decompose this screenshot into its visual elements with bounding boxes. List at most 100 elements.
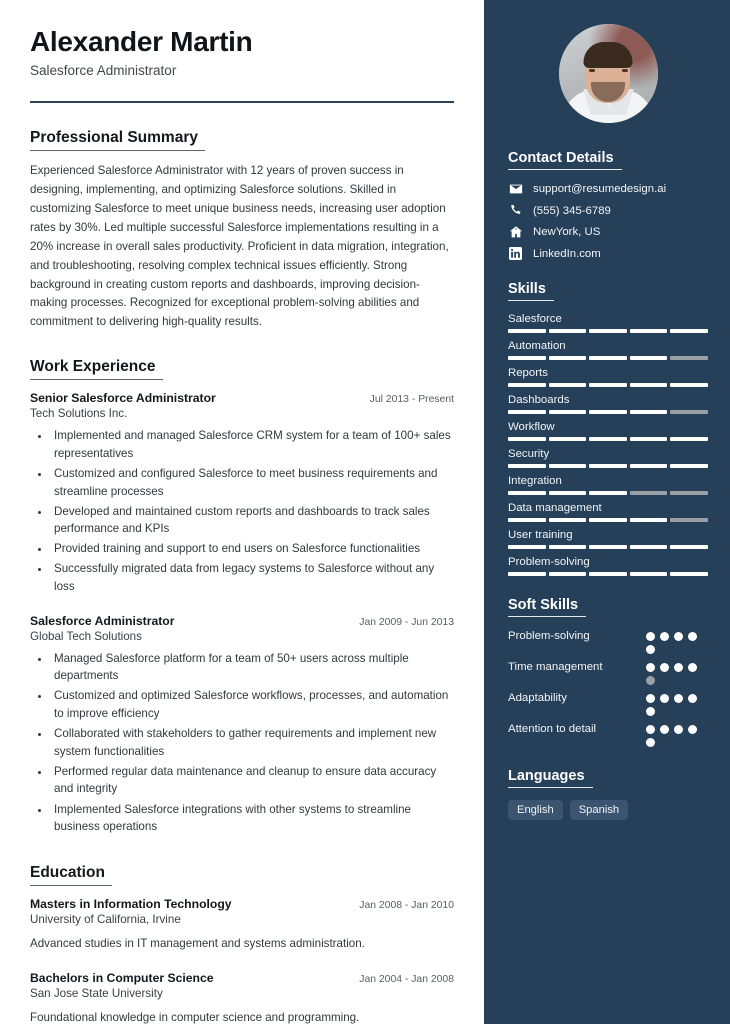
education-degree: Bachelors in Computer Science bbox=[30, 970, 214, 985]
section-heading-education: Education bbox=[30, 864, 112, 887]
experience-bullet: Performed regular data maintenance and c… bbox=[51, 763, 454, 798]
skill-meter bbox=[508, 464, 708, 468]
contact-row[interactable]: NewYork, US bbox=[508, 225, 708, 239]
skill-meter-segment bbox=[629, 329, 668, 333]
skill-meter bbox=[508, 572, 708, 576]
skill-row: Data management bbox=[508, 502, 708, 522]
soft-skill-dot bbox=[660, 632, 669, 641]
skill-meter-segment bbox=[548, 491, 587, 495]
language-chip[interactable]: English bbox=[508, 800, 563, 820]
skill-meter-segment bbox=[629, 572, 668, 576]
avatar bbox=[558, 24, 658, 123]
education-entry: Bachelors in Computer Science Jan 2004 - … bbox=[30, 971, 454, 1026]
soft-skill-label: Adaptability bbox=[508, 692, 567, 704]
avatar-container bbox=[508, 24, 708, 123]
experience-bullet: Implemented Salesforce integrations with… bbox=[51, 801, 454, 836]
skill-meter-segment bbox=[508, 437, 546, 441]
skill-meter-segment bbox=[589, 356, 627, 360]
skill-meter bbox=[508, 383, 708, 387]
skill-meter-segment bbox=[548, 572, 587, 576]
skills-list: Salesforce Automation Reports Dashboards Wor… bbox=[508, 313, 708, 576]
skill-meter-segment bbox=[548, 356, 587, 360]
soft-skill-dot bbox=[646, 738, 655, 747]
soft-skill-dot bbox=[674, 632, 683, 641]
skill-row: Dashboards bbox=[508, 394, 708, 414]
experience-role: Senior Salesforce Administrator bbox=[30, 391, 216, 406]
skill-meter-segment bbox=[670, 383, 708, 387]
soft-skill-meter bbox=[646, 691, 708, 716]
soft-skill-dot bbox=[688, 694, 697, 703]
soft-skill-dot bbox=[660, 725, 669, 734]
skill-meter-segment bbox=[508, 464, 546, 468]
skill-row: Integration bbox=[508, 475, 708, 495]
contact-row[interactable]: (555) 345-6789 bbox=[508, 204, 708, 217]
soft-skill-row: Adaptability bbox=[508, 691, 708, 716]
soft-skill-dot bbox=[646, 632, 655, 641]
skill-meter-segment bbox=[629, 491, 668, 495]
skill-label: User training bbox=[508, 529, 573, 541]
section-heading-soft-skills: Soft Skills bbox=[508, 597, 587, 617]
experience-bullet: Customized and optimized Salesforce work… bbox=[51, 687, 454, 722]
main-column: Alexander Martin Salesforce Administrato… bbox=[0, 0, 484, 1024]
skill-meter-segment bbox=[670, 491, 708, 495]
contact-row[interactable]: LinkedIn.com bbox=[508, 247, 708, 260]
skill-meter-segment bbox=[589, 464, 627, 468]
skill-meter-segment bbox=[548, 437, 587, 441]
experience-dates: Jul 2013 - Present bbox=[369, 394, 454, 406]
contact-value: LinkedIn.com bbox=[533, 247, 601, 260]
soft-skill-row: Problem-solving bbox=[508, 629, 708, 654]
avatar-hair bbox=[583, 42, 633, 68]
skill-meter-segment bbox=[548, 329, 587, 333]
linkedin-icon bbox=[508, 247, 523, 260]
soft-skill-dot bbox=[674, 725, 683, 734]
section-heading-summary: Professional Summary bbox=[30, 129, 205, 152]
skill-row: Reports bbox=[508, 367, 708, 387]
home-icon bbox=[508, 225, 523, 239]
skill-row: User training bbox=[508, 529, 708, 549]
envelope-icon bbox=[508, 182, 523, 196]
skill-meter-segment bbox=[508, 572, 546, 576]
skill-row: Problem-solving bbox=[508, 556, 708, 576]
experience-organization: Tech Solutions Inc. bbox=[30, 407, 128, 421]
skill-meter bbox=[508, 356, 708, 360]
contact-value: NewYork, US bbox=[533, 226, 601, 238]
soft-skill-label: Attention to detail bbox=[508, 723, 597, 735]
skill-meter-segment bbox=[670, 518, 708, 522]
education-dates: Jan 2008 - Jan 2010 bbox=[359, 900, 454, 912]
soft-skill-meter bbox=[646, 722, 708, 747]
skill-row: Salesforce bbox=[508, 313, 708, 333]
languages-list: English Spanish bbox=[508, 800, 708, 820]
experience-bullet: Implemented and managed Salesforce CRM s… bbox=[51, 427, 454, 462]
skills-section: Skills Salesforce Automation Reports Dashbo… bbox=[508, 280, 708, 576]
section-heading-languages: Languages bbox=[508, 768, 593, 788]
experience-entry-header: Senior Salesforce Administrator Jul 2013 … bbox=[30, 391, 454, 405]
skill-meter bbox=[508, 545, 708, 549]
skill-row: Automation bbox=[508, 340, 708, 360]
experience-dates: Jan 2009 - Jun 2013 bbox=[359, 616, 454, 628]
contact-row[interactable]: support@resumedesign.ai bbox=[508, 182, 708, 196]
skill-meter-segment bbox=[548, 545, 587, 549]
education-description: Advanced studies in IT management and sy… bbox=[30, 937, 365, 951]
soft-skill-dot bbox=[688, 663, 697, 672]
skill-meter bbox=[508, 437, 708, 441]
skill-meter bbox=[508, 491, 708, 495]
experience-bullet: Customized and configured Salesforce to … bbox=[51, 465, 454, 500]
experience-role: Salesforce Administrator bbox=[30, 613, 175, 628]
soft-skill-dot bbox=[660, 663, 669, 672]
skill-meter-segment bbox=[589, 572, 627, 576]
language-chip[interactable]: Spanish bbox=[569, 800, 629, 820]
skill-meter-segment bbox=[629, 356, 668, 360]
education-description: Foundational knowledge in computer scien… bbox=[30, 1010, 360, 1024]
soft-skill-dot bbox=[674, 663, 683, 672]
contact-value: support@resumedesign.ai bbox=[533, 183, 667, 195]
soft-skill-label: Problem-solving bbox=[508, 630, 590, 642]
skill-meter-segment bbox=[670, 572, 708, 576]
skill-row: Workflow bbox=[508, 421, 708, 441]
skill-meter-segment bbox=[670, 410, 708, 414]
section-heading-experience: Work Experience bbox=[30, 358, 163, 381]
soft-skill-dot bbox=[646, 663, 655, 672]
sidebar: Contact Details support@resumedesign.ai (… bbox=[484, 0, 730, 1024]
skill-meter-segment bbox=[589, 518, 627, 522]
skill-meter-segment bbox=[508, 518, 546, 522]
skill-row: Security bbox=[508, 448, 708, 468]
